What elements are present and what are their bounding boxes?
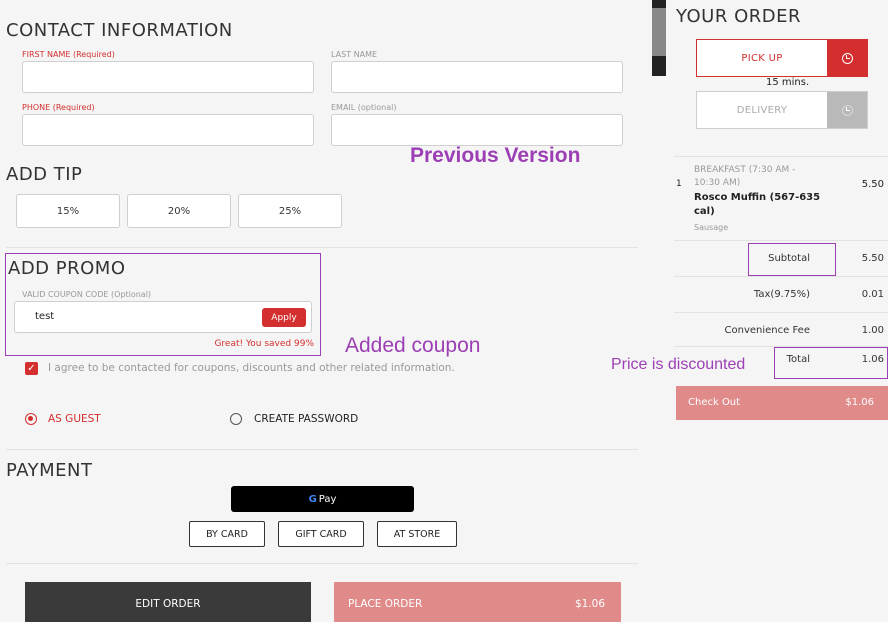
checkout-amount: $1.06 [845,397,874,408]
gift-card-button[interactable]: GIFT CARD [278,521,364,547]
fee-value: 1.00 [861,325,884,336]
checkout-label: Check Out [688,397,741,408]
guest-radio[interactable] [25,413,37,425]
phone-input[interactable] [22,114,314,146]
previous-version-annotation: Previous Version [410,144,581,167]
last-name-input[interactable] [331,61,623,93]
email-label: EMAIL (optional) [331,103,397,112]
guest-label[interactable]: AS GUEST [48,413,101,425]
item-category: BREAKFAST (7:30 AM - 10:30 AM) [694,165,796,188]
tax-value: 0.01 [861,289,884,300]
payment-title: PAYMENT [6,460,93,481]
tip-25-button[interactable]: 25% [238,194,342,228]
item-name: Rosco Muffin (567-635 cal) [694,192,821,217]
gpay-label: Pay [318,493,337,505]
added-coupon-annotation: Added coupon [345,334,481,357]
pickup-button[interactable]: PICK UP [696,39,868,77]
divider [674,156,888,157]
apply-button[interactable]: Apply [262,308,306,327]
item-qty: 1 [676,179,682,189]
checkout-button[interactable]: Check Out $1.06 [676,386,888,420]
coupon-success-message: Great! You saved 99% [214,339,314,349]
divider [6,563,638,564]
pickup-time: 15 mins. [766,77,810,88]
google-logo-icon: G [308,493,317,505]
first-name-label: FIRST NAME (Required) [22,50,115,59]
divider [6,247,638,248]
tip-15-button[interactable]: 15% [16,194,120,228]
phone-label: PHONE (Required) [22,103,95,112]
total-value: 1.06 [861,354,884,365]
coupon-value: test [35,311,55,322]
email-input[interactable] [331,114,623,146]
delivery-label: DELIVERY [736,104,788,116]
panel-scroll-edge [652,0,666,76]
tip-20-button[interactable]: 20% [127,194,231,228]
place-order-amount: $1.06 [574,598,605,610]
last-name-label: LAST NAME [331,50,378,59]
fee-row: Convenience Fee 1.00 [674,312,888,348]
edit-order-button[interactable]: EDIT ORDER [25,582,311,622]
coupon-label: VALID COUPON CODE (Optional) [22,290,152,299]
create-password-label[interactable]: CREATE PASSWORD [254,413,358,425]
subtotal-value: 5.50 [861,253,884,264]
consent-checkbox[interactable]: ✓ [25,362,38,375]
first-name-input[interactable] [22,61,314,93]
tax-row: Tax(9.75%) 0.01 [674,276,888,312]
contact-title: CONTACT INFORMATION [6,20,233,41]
clock-icon [827,92,867,128]
tax-label: Tax(9.75%) [753,289,810,300]
checkout-form: CONTACT INFORMATION FIRST NAME (Required… [0,0,640,622]
check-icon: ✓ [27,363,36,374]
delivery-button[interactable]: DELIVERY [696,91,868,129]
subtotal-row: Subtotal 5.50 [674,240,888,276]
divider [6,449,638,450]
order-summary-panel: YOUR ORDER PICK UP 15 mins. DELIVERY 1 B… [674,0,888,622]
total-label: Total [786,354,810,365]
consent-text: I agree to be contacted for coupons, dis… [48,362,455,374]
promo-title: ADD PROMO [8,258,126,279]
coupon-input[interactable]: test Apply [14,301,312,333]
clock-icon [827,40,867,76]
at-store-button[interactable]: AT STORE [377,521,457,547]
place-order-label: PLACE ORDER [348,598,423,610]
item-price: 5.50 [861,179,884,190]
item-option: Sausage [694,223,729,232]
google-pay-button[interactable]: G Pay [231,486,414,512]
place-order-button[interactable]: PLACE ORDER $1.06 [334,582,621,622]
subtotal-label: Subtotal [768,253,810,264]
by-card-button[interactable]: BY CARD [189,521,265,547]
fee-label: Convenience Fee [724,325,810,336]
price-discounted-annotation: Price is discounted [611,356,746,373]
pickup-label: PICK UP [741,52,783,64]
order-title: YOUR ORDER [676,6,801,27]
tip-title: ADD TIP [6,164,83,185]
create-password-radio[interactable] [230,413,242,425]
